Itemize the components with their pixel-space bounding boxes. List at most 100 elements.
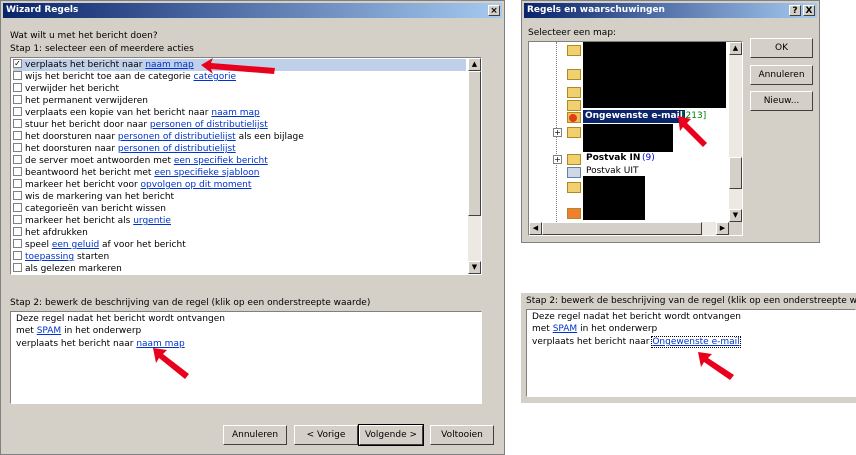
step2-preview-panel: Stap 2: bewerk de beschrijving van de re… (521, 293, 856, 403)
ok-button[interactable]: OK (750, 38, 813, 58)
step2-preview-label: Stap 2: bewerk de beschrijving van de re… (526, 296, 856, 306)
action-checkbox[interactable] (13, 71, 22, 80)
action-checkbox[interactable] (13, 263, 22, 272)
action-link[interactable]: een specifiek bericht (174, 156, 268, 166)
action-link[interactable]: personen of distributielijst (150, 120, 268, 130)
action-item[interactable]: het afdrukken (13, 227, 466, 239)
desc-line-3: verplaats het bericht naar Ongewenste e-… (532, 336, 741, 348)
action-item[interactable]: wis de markering van het bericht (13, 191, 466, 203)
action-checkbox[interactable] (13, 227, 22, 236)
action-text: wis de markering van het bericht (25, 192, 175, 202)
action-checkbox[interactable] (13, 239, 22, 248)
action-checkbox[interactable] (13, 167, 22, 176)
action-item[interactable]: de server moet antwoorden met een specif… (13, 155, 466, 167)
action-link[interactable]: personen of distributielijst (118, 132, 236, 142)
action-checkbox[interactable] (13, 95, 22, 104)
wizard-title: Wizard Regels (6, 5, 79, 15)
folder-icon (567, 182, 581, 193)
back-button[interactable]: < Vorige (294, 425, 358, 445)
junk-folder-link[interactable]: Ongewenste e-mail (651, 336, 741, 348)
new-folder-button[interactable]: Nieuw... (750, 91, 813, 111)
action-checkbox[interactable] (13, 251, 22, 260)
action-item[interactable]: markeer het bericht als urgentie (13, 215, 466, 227)
action-checkbox[interactable] (13, 215, 22, 224)
scroll-up-icon[interactable]: ▲ (468, 58, 481, 71)
action-item[interactable]: beantwoord het bericht met een specifiek… (13, 167, 466, 179)
action-link[interactable]: personen of distributielijst (118, 144, 236, 154)
scroll-right-icon[interactable]: ▶ (716, 222, 729, 235)
cancel-button[interactable]: Annuleren (750, 65, 813, 85)
action-item[interactable]: categorieën van bericht wissen (13, 203, 466, 215)
spam-link[interactable]: SPAM (37, 326, 62, 336)
actions-list[interactable]: ✓ verplaats het bericht naar naam map wijs… (10, 57, 482, 275)
action-checkbox[interactable] (13, 119, 22, 128)
action-item[interactable]: als gelezen markeren (13, 263, 466, 274)
wizard-question: Wat wilt u met het bericht doen? (10, 31, 158, 41)
action-link[interactable]: een geluid (52, 240, 99, 250)
finish-button[interactable]: Voltooien (430, 425, 494, 445)
close-icon[interactable]: X (803, 5, 815, 16)
scroll-thumb[interactable] (729, 157, 742, 189)
action-text-post: als een bijlage (235, 132, 304, 142)
action-item[interactable]: stuur het bericht door naar personen of … (13, 119, 466, 131)
action-text: markeer het bericht als (25, 216, 134, 226)
actions-scrollbar[interactable]: ▲ ▼ (468, 58, 481, 274)
scroll-up-icon[interactable]: ▲ (729, 42, 742, 55)
junk-folder-item[interactable]: Ongewenste e-mail (582, 109, 686, 124)
action-checkbox[interactable] (13, 191, 22, 200)
expand-icon[interactable]: + (553, 128, 562, 137)
action-checkbox[interactable] (13, 155, 22, 164)
folder-icon (567, 87, 581, 98)
expand-icon[interactable]: + (553, 155, 562, 164)
scroll-down-icon[interactable]: ▼ (468, 261, 481, 274)
action-item[interactable]: het permanent verwijderen (13, 95, 466, 107)
action-item[interactable]: verwijder het bericht (13, 83, 466, 95)
rule-description-box[interactable]: Deze regel nadat het bericht wordt ontva… (10, 311, 482, 404)
action-text: wijs het bericht toe aan de categorie (25, 72, 194, 82)
desc-line-2-post: in het onderwerp (61, 326, 142, 336)
tree-hscrollbar[interactable]: ◀ ▶ (529, 222, 729, 235)
inbox-count: (9) (642, 153, 655, 163)
action-link[interactable]: opvolgen op dit moment (141, 180, 252, 190)
desc-line-1: Deze regel nadat het bericht wordt ontva… (16, 314, 225, 324)
action-checkbox[interactable] (13, 203, 22, 212)
help-icon[interactable]: ? (789, 5, 801, 16)
arrow-pointer-icon (153, 348, 189, 379)
scroll-left-icon[interactable]: ◀ (529, 222, 542, 235)
action-link[interactable]: urgentie (133, 216, 171, 226)
folder-icon (567, 45, 581, 56)
wizard-titlebar: Wizard Regels × (3, 3, 502, 18)
action-item[interactable]: toepassing starten (13, 251, 466, 263)
action-item[interactable]: verplaats een kopie van het bericht naar… (13, 107, 466, 119)
action-item[interactable]: het doorsturen naar personen of distribu… (13, 143, 466, 155)
action-text: het afdrukken (25, 228, 88, 238)
action-checkbox[interactable] (13, 143, 22, 152)
action-link[interactable]: naam map (211, 108, 259, 118)
wizard-rules-window: Wizard Regels × Wat wilt u met het beric… (0, 0, 505, 455)
close-icon[interactable]: × (488, 5, 500, 16)
folder-select-dialog: Regels en waarschuwingen ? X Selecteer e… (521, 0, 820, 243)
action-item[interactable]: speel een geluid af voor het bericht (13, 239, 466, 251)
action-link[interactable]: naam map (145, 60, 193, 70)
action-text: categorieën van bericht wissen (25, 204, 166, 214)
folder-tree[interactable]: Ongewenste e-mail [213] + + Postvak IN (… (528, 41, 743, 236)
action-checkbox[interactable] (13, 83, 22, 92)
inbox-folder-item[interactable]: Postvak IN (586, 152, 640, 165)
scroll-thumb[interactable] (468, 71, 481, 216)
action-link[interactable]: een specifieke sjabloon (154, 168, 259, 178)
scroll-thumb[interactable] (542, 222, 702, 235)
action-item[interactable]: het doorsturen naar personen of distribu… (13, 131, 466, 143)
scroll-down-icon[interactable]: ▼ (729, 209, 742, 222)
action-checkbox[interactable]: ✓ (13, 59, 22, 68)
next-button[interactable]: Volgende > (358, 424, 424, 446)
tree-vscrollbar[interactable]: ▲ ▼ (729, 42, 742, 222)
rule-description-preview[interactable]: Deze regel nadat het bericht wordt ontva… (526, 309, 856, 397)
cancel-button[interactable]: Annuleren (223, 425, 287, 445)
action-checkbox[interactable] (13, 131, 22, 140)
spam-link[interactable]: SPAM (553, 324, 578, 334)
action-link[interactable]: toepassing (25, 252, 74, 262)
action-checkbox[interactable] (13, 107, 22, 116)
action-checkbox[interactable] (13, 179, 22, 188)
action-item[interactable]: markeer het bericht voor opvolgen op dit… (13, 179, 466, 191)
action-text: beantwoord het bericht met (25, 168, 155, 178)
